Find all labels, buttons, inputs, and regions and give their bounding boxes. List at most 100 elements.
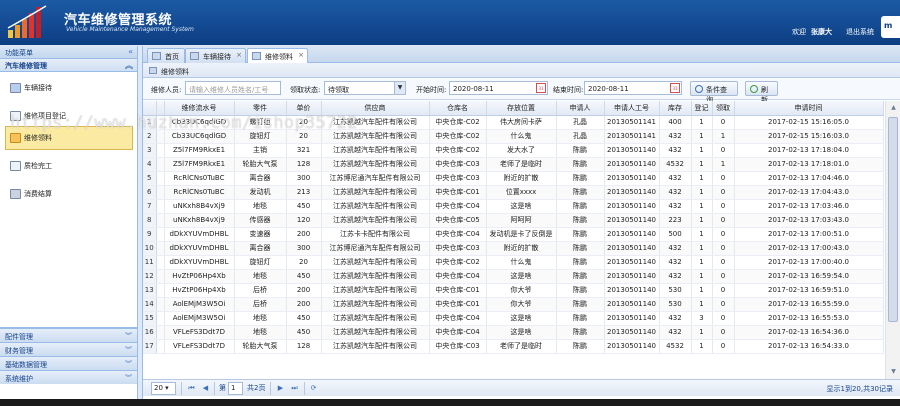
logout-link[interactable]: 退出系统	[846, 27, 874, 37]
calendar-icon[interactable]: 31	[536, 83, 546, 93]
row-number: 4	[143, 157, 157, 172]
first-page-icon[interactable]: ⏮	[187, 384, 196, 393]
accordion-system-maintenance[interactable]: 系统维护 ︾	[0, 370, 137, 384]
close-icon[interactable]: ×	[298, 51, 304, 59]
table-cell: 4532	[659, 339, 692, 354]
table-row[interactable]: 3 Z5l7FM9RkxE1 主销 321 江苏凯越汽车配件有限公司 中央仓库-C02 发大…	[143, 143, 884, 158]
column-header[interactable]: 领取	[712, 101, 735, 116]
menu-item-repair-registration[interactable]: 维修项目登记	[5, 104, 133, 128]
search-button[interactable]: 条件查询	[690, 81, 738, 104]
menu-item-parts-requisition[interactable]: 维修领料	[5, 126, 133, 150]
column-header[interactable]: 维修流水号	[164, 101, 235, 116]
row-checkbox[interactable]	[156, 297, 165, 312]
column-header[interactable]	[156, 101, 165, 116]
row-checkbox[interactable]	[156, 199, 165, 214]
column-header[interactable]: 申请时间	[734, 101, 884, 116]
table-cell: 轮胎大气泵	[234, 339, 287, 354]
accordion-parts-management[interactable]: 配件管理 ︾	[0, 328, 137, 342]
row-checkbox[interactable]	[156, 311, 165, 326]
table-row[interactable]: 10 dDkXYUVmDHBL 离合器 300 江苏博尼通汽车配件有限公司 中央仓库-C0…	[143, 241, 884, 256]
column-header[interactable]: 仓库名	[429, 101, 487, 116]
column-header[interactable]: 申请人	[556, 101, 605, 116]
page-number-input[interactable]: 1	[228, 382, 243, 395]
table-body: 1 Cb33UC6qdlGD 螺钉组 20 江苏凯越汽车配件有限公司 中央仓库-C02 伟大…	[143, 115, 884, 354]
last-page-icon[interactable]: ⏭	[290, 384, 299, 393]
close-icon[interactable]: ×	[236, 51, 242, 59]
table-row[interactable]: 12 HvZtP06Hp4Xb 地毯 450 江苏凯越汽车配件有限公司 中央仓库-C04 这…	[143, 269, 884, 284]
reload-icon[interactable]: ⟳	[309, 384, 318, 393]
tab-parts-requisition[interactable]: 维修领料 ×	[247, 48, 308, 64]
refresh-button[interactable]: 刷新	[745, 81, 778, 104]
menu-item-vehicle-reception[interactable]: 车辆接待	[5, 76, 133, 100]
column-header[interactable]: 存放位置	[486, 101, 557, 116]
chevron-down-icon[interactable]: ▼	[394, 82, 405, 94]
table-row[interactable]: 14 AolEMjM3W5Oi 后桥 200 江苏凯越汽车配件有限公司 中央仓库-C01 你…	[143, 297, 884, 312]
menu-item-quality-check[interactable]: 质检完工	[5, 154, 133, 178]
start-date-input[interactable]: 2020-08-11 31	[449, 81, 548, 95]
scroll-thumb[interactable]	[888, 117, 898, 322]
table-cell: 2017-02-13 16:55:53.0	[734, 311, 884, 326]
menu-group-header[interactable]: 汽车维修管理 ︽	[0, 59, 137, 72]
column-header[interactable]: 零件	[234, 101, 287, 116]
table-row[interactable]: 17 VFLeFS3Ddt7D 轮胎大气泵 128 江苏凯越汽车配件有限公司 中央仓库-C…	[143, 339, 884, 354]
vertical-scrollbar[interactable]: ▲ ▼	[885, 101, 900, 379]
column-header[interactable]	[143, 101, 157, 116]
tab-vehicle-reception[interactable]: 车辆接待 ×	[185, 48, 246, 63]
row-checkbox[interactable]	[156, 213, 165, 228]
column-header[interactable]: 登记	[691, 101, 713, 116]
calendar-icon[interactable]: 31	[670, 83, 680, 93]
status-select-value: 待领取	[328, 86, 349, 94]
table-cell: 2017-02-13 17:04:46.0	[734, 171, 884, 186]
row-checkbox[interactable]	[156, 185, 165, 200]
row-checkbox[interactable]	[156, 283, 165, 298]
table-row[interactable]: 4 Z5l7FM9RkxE1 轮胎大气泵 128 江苏凯越汽车配件有限公司 中央仓库-C0…	[143, 157, 884, 172]
table-row[interactable]: 13 HvZtP06Hp4Xb 后桥 200 江苏凯越汽车配件有限公司 中央仓库-C01 你…	[143, 283, 884, 298]
table-row[interactable]: 2 Cb33UC6qdlGD 旋钮灯 20 江苏凯越汽车配件有限公司 中央仓库-C02 什么…	[143, 129, 884, 144]
column-header[interactable]: 单价	[286, 101, 322, 116]
table-row[interactable]: 11 dDkXYUVmDHBL 旋钮灯 20 江苏凯越汽车配件有限公司 中央仓库-C02 什…	[143, 255, 884, 270]
column-header[interactable]: 供应商	[321, 101, 430, 116]
table-row[interactable]: 5 RcRlCNs0TuBC 离合器 300 江苏博尼通汽车配件有限公司 中央仓库-C03…	[143, 171, 884, 186]
accordion-finance-management[interactable]: 财务管理 ︾	[0, 342, 137, 356]
row-checkbox[interactable]	[156, 129, 165, 144]
row-checkbox[interactable]	[156, 227, 165, 242]
next-page-icon[interactable]: ▶	[276, 384, 285, 393]
row-checkbox[interactable]	[156, 143, 165, 158]
table-row[interactable]: 8 uNKxh8B4vXj9 传感器 120 江苏凯越汽车配件有限公司 中央仓库-C05 阿…	[143, 213, 884, 228]
row-checkbox[interactable]	[156, 241, 165, 256]
row-checkbox[interactable]	[156, 255, 165, 270]
row-checkbox[interactable]	[156, 339, 165, 354]
scroll-up-icon[interactable]: ▲	[889, 104, 898, 112]
menu-item-settlement[interactable]: 消费结算	[5, 182, 133, 206]
search-icon	[695, 85, 703, 93]
row-checkbox[interactable]	[156, 157, 165, 172]
tab-home[interactable]: 首页	[147, 48, 185, 63]
row-checkbox[interactable]	[156, 115, 165, 130]
status-select[interactable]: 待领取 ▼	[324, 81, 406, 95]
column-header[interactable]: 申请人工号	[604, 101, 660, 116]
table-row[interactable]: 16 VFLeFS3Ddt7D 地毯 450 江苏凯越汽车配件有限公司 中央仓库-C04 这…	[143, 325, 884, 340]
table-cell: 中央仓库-C01	[429, 185, 487, 200]
page-size-select[interactable]: 20 ▾	[151, 382, 176, 395]
table-row[interactable]: 6 RcRlCNs0TuBC 发动机 213 江苏凯越汽车配件有限公司 中央仓库-C01 位…	[143, 185, 884, 200]
row-checkbox[interactable]	[156, 269, 165, 284]
table-cell: 20130501140	[604, 185, 660, 200]
menu-item-label: 维修项目登记	[24, 112, 66, 120]
column-header[interactable]: 库存	[659, 101, 692, 116]
chevron-up-icon[interactable]: ︽	[125, 60, 133, 71]
app-subtitle: Vehicle Maintenance Management System	[66, 26, 194, 33]
applicant-search-input[interactable]: 请输入维修人员姓名/工号	[185, 81, 281, 95]
table-row[interactable]: 9 dDkXYUVmDHBL 变速器 200 江苏卡卡配件有限公司 中央仓库-C04 发动机…	[143, 227, 884, 242]
scroll-down-icon[interactable]: ▼	[889, 368, 898, 376]
table-row[interactable]: 15 AolEMjM3W5Oi 地毯 450 江苏凯越汽车配件有限公司 中央仓库-C04 这…	[143, 311, 884, 326]
collapse-icon[interactable]: «	[128, 47, 133, 56]
table-row[interactable]: 1 Cb33UC6qdlGD 螺钉组 20 江苏凯越汽车配件有限公司 中央仓库-C02 伟大…	[143, 115, 884, 130]
table-row[interactable]: 7 uNKxh8B4vXj9 地毯 450 江苏凯越汽车配件有限公司 中央仓库-C04 这是…	[143, 199, 884, 214]
corner-badge: m	[881, 16, 900, 38]
table-cell: AolEMjM3W5Oi	[164, 297, 235, 312]
end-date-input[interactable]: 2020-08-11 31	[584, 81, 682, 95]
prev-page-icon[interactable]: ◀	[201, 384, 210, 393]
row-checkbox[interactable]	[156, 325, 165, 340]
row-checkbox[interactable]	[156, 171, 165, 186]
accordion-base-data[interactable]: 基础数据管理 ︾	[0, 356, 137, 370]
